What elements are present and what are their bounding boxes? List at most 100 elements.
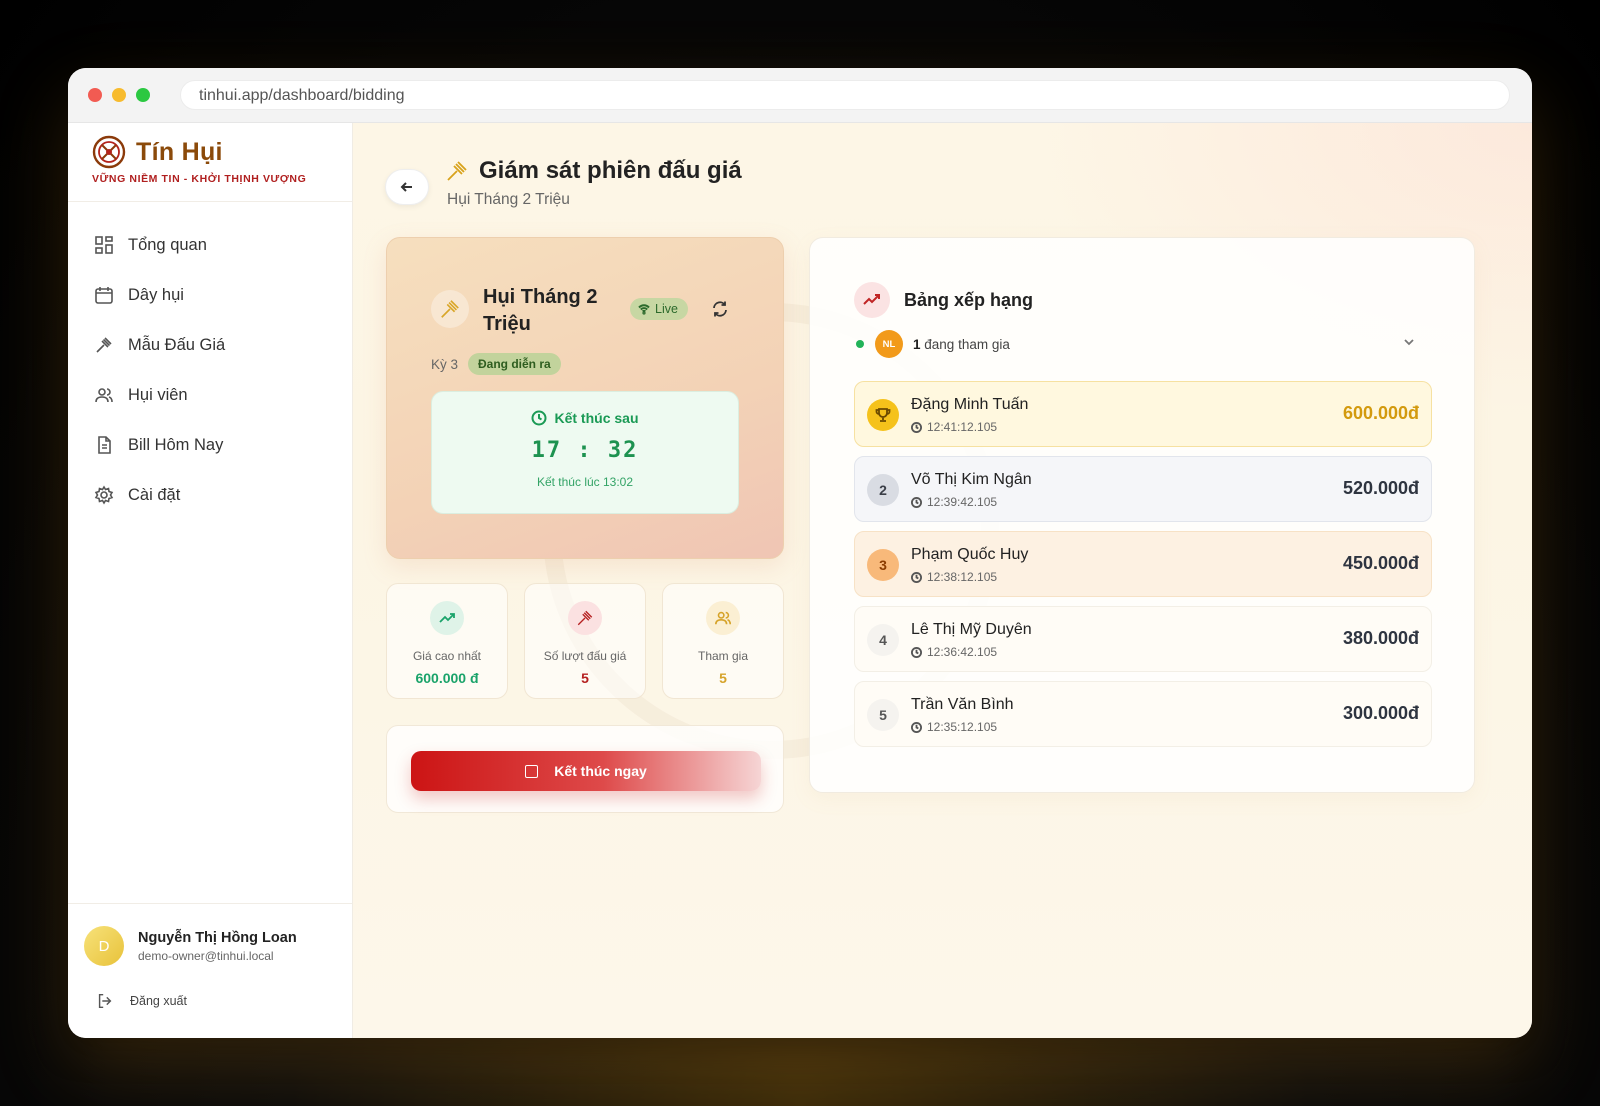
leaderboard-title: Bảng xếp hạng [904,289,1034,310]
close-window-button[interactable] [88,88,102,102]
end-now-button[interactable]: Kết thúc ngay [411,751,761,791]
page-header: Giám sát phiên đấu giá Hụi Tháng 2 Triệu [385,157,742,209]
clock-icon [531,410,547,426]
logout-icon [98,993,112,1009]
stat-icon-wrap [568,601,602,635]
maximize-window-button[interactable] [136,88,150,102]
bid-time-value: 12:39:42.105 [927,495,998,509]
document-icon [98,436,111,454]
stat-value: 5 [581,670,589,686]
countdown-value: 17 : 32 [531,438,639,463]
online-indicator [856,340,864,348]
avatar: D [84,926,124,966]
bidder-name: Trần Văn Bình [911,696,1014,713]
sidebar-item-label: Dây hụi [128,285,184,304]
clock-icon [911,496,922,508]
gear-icon [94,485,114,505]
bid-amount: 600.000đ [1342,403,1419,423]
bid-amount: 380.000đ [1342,628,1419,648]
sidebar-item-label: Hụi viên [128,385,188,404]
rank-badge: 4 [867,624,899,656]
participant-count: 1 [913,336,921,352]
bid-amount: 300.000đ [1342,703,1419,723]
bid-amount: 450.000đ [1342,553,1419,573]
stat-value: 5 [719,670,727,686]
arrow-left-icon [400,182,412,192]
clock-icon [911,571,922,583]
refresh-button[interactable] [711,300,729,323]
minimize-window-button[interactable] [112,88,126,102]
user-email: demo-owner@tinhui.local [138,948,274,963]
end-auction-card: Kết thúc ngay [386,725,784,813]
address-bar[interactable]: tinhui.app/dashboard/bidding [180,80,1510,110]
leaderboard-row[interactable]: 3 Phạm Quốc Huy 12:38:12.105 450.000đ [854,531,1432,597]
trending-up-icon [863,294,880,305]
live-badge: Live [630,298,688,320]
logout-label: Đăng xuất [130,994,187,1008]
grid-icon [95,236,113,254]
rank-badge: 3 [867,549,899,581]
leaderboard-icon-wrap [854,282,890,318]
stat-participants: Tham gia 5 [662,583,784,699]
window-controls [88,88,150,102]
bid-time-value: 12:38:12.105 [927,570,998,584]
brand-tagline: VỮNG NIỀM TIN - KHỞI THỊNH VƯỢNG [92,173,307,185]
bid-time-value: 12:41:12.105 [927,420,998,434]
leaderboard-row[interactable]: 4 Lê Thị Mỹ Duyên 12:36:42.105 380.000đ [854,606,1432,672]
sidebar-item-overview[interactable]: Tổng quan [68,220,352,270]
user-name: Nguyễn Thị Hồng Loan [138,929,297,946]
leaderboard-row[interactable]: 2 Võ Thị Kim Ngân 12:39:42.105 520.000đ [854,456,1432,522]
users-icon [95,388,113,403]
end-now-label: Kết thúc ngay [554,763,647,779]
brand-name: Tín Hụi [136,137,223,166]
wifi-icon [638,304,650,315]
back-button[interactable] [385,169,429,205]
participants-dropdown[interactable]: NL 1 đang tham gia [856,330,1416,358]
user-profile[interactable]: D Nguyễn Thị Hồng Loan demo-owner@tinhui… [68,904,352,966]
bid-time: 12:36:42.105 [911,645,997,659]
page-title: Giám sát phiên đấu giá [479,157,742,184]
auction-icon-wrap [431,290,469,328]
sidebar-item-members[interactable]: Hụi viên [68,370,352,420]
app-shell: Tín Hụi VỮNG NIỀM TIN - KHỞI THỊNH VƯỢNG… [68,123,1532,1038]
logout-button[interactable]: Đăng xuất [68,966,352,1010]
rank-badge [867,399,899,431]
sidebar-item-label: Mẫu Đấu Giá [128,335,226,354]
participant-avatar: NL [875,330,903,358]
sidebar-item-label: Cài đặt [128,485,181,504]
bid-amount: 520.000đ [1342,478,1419,498]
stat-label: Giá cao nhất [412,649,482,663]
bidder-name: Võ Thị Kim Ngân [911,471,1032,488]
live-label: Live [655,302,678,316]
stat-label: Tham gia [697,649,749,663]
leaderboard-row[interactable]: 5 Trần Văn Bình 12:35:12.105 300.000đ [854,681,1432,747]
stop-icon [525,764,539,778]
gavel-icon [577,610,593,626]
sidebar-item-auction-templates[interactable]: Mẫu Đấu Giá [68,320,352,370]
sidebar-item-bill-today[interactable]: Bill Hôm Nay [68,420,352,470]
gavel-icon [96,337,112,353]
sidebar-item-label: Bill Hôm Nay [128,435,224,454]
leaderboard-row[interactable]: Đặng Minh Tuấn 12:41:12.105 600.000đ [854,381,1432,447]
chevron-down-icon [1402,335,1416,354]
rank-badge: 2 [867,474,899,506]
bid-time-value: 12:35:12.105 [927,720,998,734]
bid-time-value: 12:36:42.105 [927,645,998,659]
end-time-label: Kết thúc lúc 13:02 [536,475,634,489]
sidebar-footer: D Nguyễn Thị Hồng Loan demo-owner@tinhui… [68,903,352,1038]
participant-label: đang tham gia [924,336,1010,352]
sidebar-item-groups[interactable]: Dây hụi [68,270,352,320]
bid-time: 12:35:12.105 [911,720,997,734]
leaderboard-card: Bảng xếp hạng NL 1 đang tham gia Đặng Mi… [809,237,1475,793]
stat-icon-wrap [430,601,464,635]
stat-value: 600.000 đ [415,670,479,686]
bid-time: 12:38:12.105 [911,570,997,584]
brand-logo-icon [92,135,126,169]
period-label: Kỳ 3 [431,357,459,372]
bidder-name: Đặng Minh Tuấn [911,396,1029,413]
gavel-icon [447,161,467,181]
leaderboard-list: Đặng Minh Tuấn 12:41:12.105 600.000đ 2 V… [854,381,1432,756]
sidebar-item-settings[interactable]: Cài đặt [68,470,352,520]
stat-highest-bid: Giá cao nhất 600.000 đ [386,583,508,699]
main-content: Giám sát phiên đấu giá Hụi Tháng 2 Triệu… [353,123,1532,1038]
